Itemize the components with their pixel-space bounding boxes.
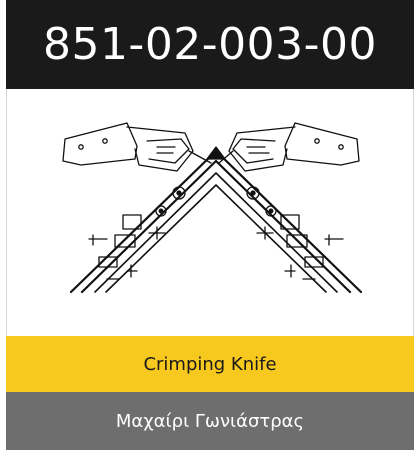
product-code-header: 851-02-003-00 <box>6 0 414 89</box>
product-code: 851-02-003-00 <box>42 19 378 70</box>
crimping-knife-drawing-icon <box>62 122 363 294</box>
product-image[interactable] <box>6 89 414 336</box>
product-card[interactable]: 851-02-003-00 Crimping Knife Μαχαίρι Γων… <box>6 0 414 450</box>
product-name-en: Crimping Knife <box>6 336 414 392</box>
product-name-gr: Μαχαίρι Γωνιάστρας <box>6 392 414 450</box>
product-name-gr-label: Μαχαίρι Γωνιάστρας <box>115 410 305 432</box>
product-name-en-label: Crimping Knife <box>143 353 277 375</box>
